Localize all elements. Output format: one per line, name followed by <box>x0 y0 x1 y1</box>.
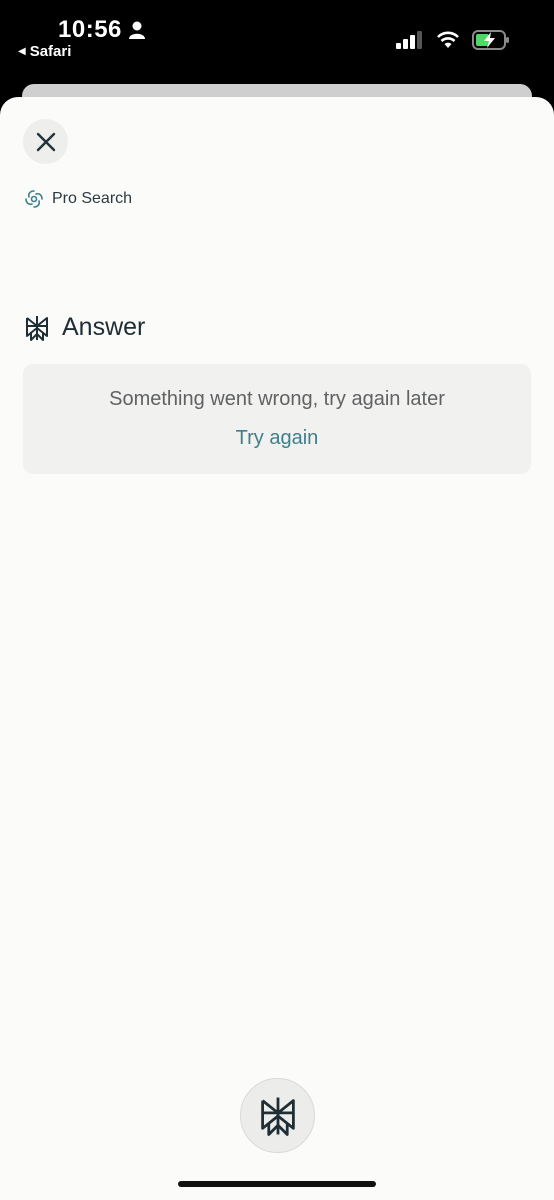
back-to-app-link[interactable]: ◀ Safari <box>18 43 71 60</box>
error-card: Something went wrong, try again later Tr… <box>23 364 531 474</box>
pro-search-icon <box>25 190 43 208</box>
answer-heading-row: Answer <box>24 313 145 342</box>
pro-search-text: Pro Search <box>52 190 133 207</box>
try-again-button[interactable]: Try again <box>236 427 319 450</box>
status-time: 10:56 <box>58 16 146 44</box>
person-icon <box>128 21 145 39</box>
status-indicators <box>396 30 510 50</box>
battery-charging-icon <box>472 30 509 50</box>
pro-search-label-row: Pro Search <box>24 189 132 209</box>
back-caret-icon: ◀ <box>18 46 26 57</box>
home-indicator[interactable] <box>178 1181 376 1187</box>
status-time-text: 10:56 <box>58 16 122 43</box>
error-message: Something went wrong, try again later <box>109 388 445 410</box>
back-app-label: Safari <box>29 43 72 60</box>
wifi-icon <box>437 31 459 48</box>
perplexity-logo-icon <box>26 315 48 341</box>
answer-sheet: Pro Search Answer Something went wrong, … <box>0 97 554 1200</box>
new-thread-button[interactable] <box>240 1078 315 1153</box>
cellular-signal-icon <box>396 31 422 49</box>
close-button[interactable] <box>23 119 68 164</box>
answer-heading: Answer <box>62 313 146 341</box>
status-bar: 10:56 ◀ Safari <box>0 0 554 84</box>
close-icon <box>36 132 55 151</box>
perplexity-logo-icon <box>260 1097 295 1136</box>
